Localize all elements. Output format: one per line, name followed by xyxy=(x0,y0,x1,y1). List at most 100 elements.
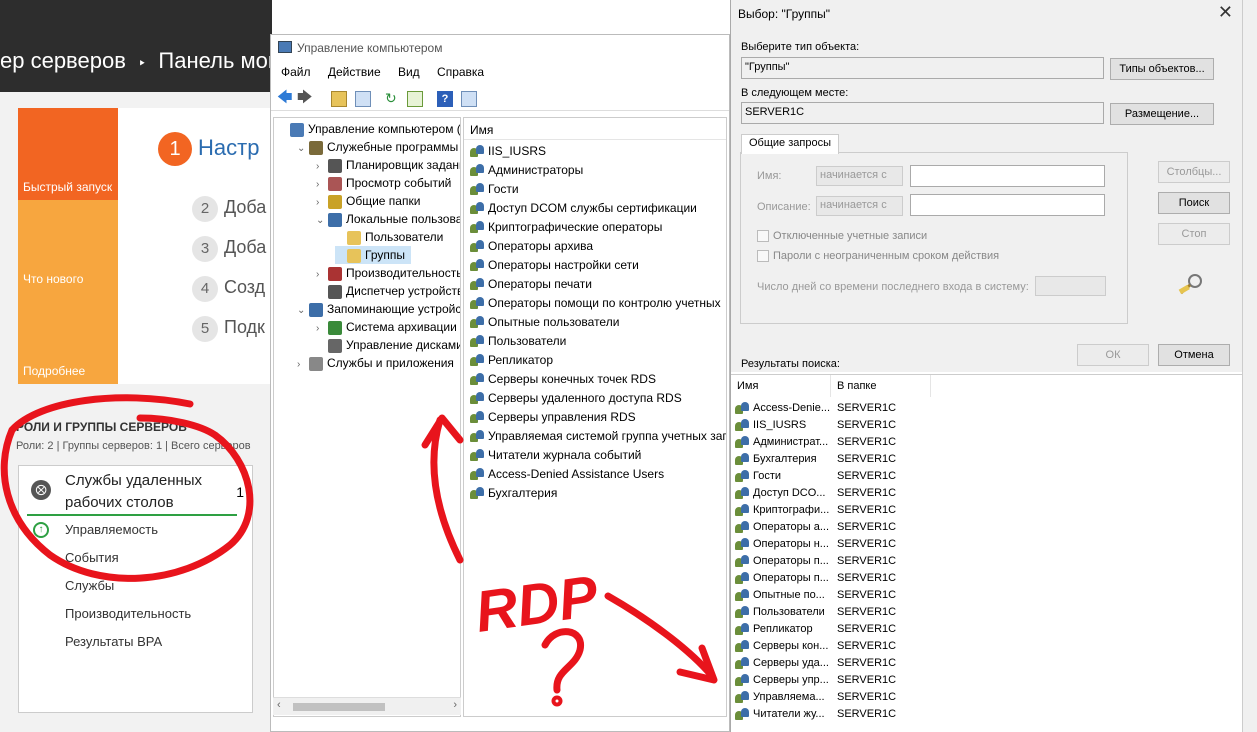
disabled-accounts-checkbox[interactable]: Отключенные учетные записи xyxy=(757,230,927,243)
list-item[interactable]: Гости xyxy=(470,180,519,199)
step-1[interactable]: 1 Настр xyxy=(158,132,259,166)
breadcrumb-root[interactable]: ер серверов xyxy=(0,48,126,73)
list-item[interactable]: Управляемая системой группа учетных запи xyxy=(470,427,726,446)
list-item[interactable]: Операторы настройки сети xyxy=(470,256,639,275)
table-row[interactable]: Доступ DCO... SERVER1C xyxy=(735,485,935,502)
table-row[interactable]: Серверы уда... SERVER1C xyxy=(735,655,935,672)
tree-node[interactable]: Управление дисками xyxy=(316,336,460,354)
menu-view[interactable]: Вид xyxy=(398,65,420,79)
tile-quick-start[interactable]: Быстрый запуск xyxy=(18,108,118,200)
table-row[interactable]: Серверы кон... SERVER1C xyxy=(735,638,935,655)
card-item-performance[interactable]: Производительность xyxy=(65,606,191,621)
menu-help[interactable]: Справка xyxy=(437,65,484,79)
action-pane-icon[interactable] xyxy=(461,91,477,107)
columns-button[interactable]: Столбцы... xyxy=(1158,161,1230,183)
table-row[interactable]: Администрат... SERVER1C xyxy=(735,434,935,451)
tree-node[interactable]: › Просмотр событий xyxy=(316,174,451,192)
list-item[interactable]: IIS_IUSRS xyxy=(470,142,546,161)
chevron-right-icon[interactable]: › xyxy=(297,356,309,374)
name-input[interactable] xyxy=(910,165,1105,187)
cancel-button[interactable]: Отмена xyxy=(1158,344,1230,366)
tree-node[interactable]: Пользователи xyxy=(335,228,443,246)
tile-whats-new[interactable]: Что нового xyxy=(18,200,118,292)
step-3[interactable]: 3 Доба xyxy=(192,236,266,262)
list-item[interactable]: Доступ DCOM службы сертификации xyxy=(470,199,697,218)
days-combo[interactable] xyxy=(1035,276,1106,296)
tree-node[interactable]: › Службы и приложения xyxy=(297,354,454,372)
table-row[interactable]: Репликатор SERVER1C xyxy=(735,621,935,638)
list-item[interactable]: Репликатор xyxy=(470,351,553,370)
tree-node[interactable]: ⌄ Запоминающие устройст xyxy=(297,300,460,320)
list-item[interactable]: Читатели журнала событий xyxy=(470,446,641,465)
card-item-manageability[interactable]: Управляемость xyxy=(65,522,158,537)
close-icon[interactable]: ✕ xyxy=(1218,2,1233,23)
list-item[interactable]: Серверы управления RDS xyxy=(470,408,636,427)
refresh-icon[interactable]: ↻ xyxy=(385,91,401,107)
description-match-combo[interactable]: начинается с xyxy=(816,196,903,216)
help-icon[interactable]: ? xyxy=(437,91,453,107)
results-col-folder[interactable]: В папке xyxy=(831,375,931,397)
list-item[interactable]: Операторы архива xyxy=(470,237,593,256)
step-5[interactable]: 5 Подк xyxy=(192,316,265,342)
tree-node[interactable]: Управление компьютером (л xyxy=(278,120,460,138)
menu-action[interactable]: Действие xyxy=(328,65,381,79)
list-item[interactable]: Серверы конечных точек RDS xyxy=(470,370,656,389)
list-item[interactable]: Бухгалтерия xyxy=(470,484,557,503)
table-row[interactable]: Операторы п... SERVER1C xyxy=(735,570,935,587)
tree-node[interactable]: › Планировщик заданий xyxy=(316,156,460,174)
step-2[interactable]: 2 Доба xyxy=(192,196,266,222)
list-item[interactable]: Операторы печати xyxy=(470,275,592,294)
nonexpiring-passwords-checkbox[interactable]: Пароли с неограниченным сроком действия xyxy=(757,250,999,263)
list-item[interactable]: Серверы удаленного доступа RDS xyxy=(470,389,682,408)
list-item[interactable]: Администраторы xyxy=(470,161,583,180)
scroll-right-icon[interactable]: › xyxy=(453,699,457,711)
scroll-thumb[interactable] xyxy=(293,703,385,711)
tree-node[interactable]: Диспетчер устройств xyxy=(316,282,460,300)
list-item[interactable]: Операторы помощи по контролю учетных xyxy=(470,294,721,313)
tree-node[interactable]: ›Система архивации да xyxy=(316,318,460,336)
table-row[interactable]: Криптографи... SERVER1C xyxy=(735,502,935,519)
export-icon[interactable] xyxy=(407,91,423,107)
tree-node[interactable]: › Общие папки xyxy=(316,192,420,210)
chevron-down-icon[interactable]: ⌄ xyxy=(297,302,309,320)
name-match-combo[interactable]: начинается с xyxy=(816,166,903,186)
tree-node[interactable]: › Производительность xyxy=(316,264,460,282)
table-row[interactable]: Операторы а... SERVER1C xyxy=(735,519,935,536)
tree-node[interactable]: ⌄ Служебные программы xyxy=(297,138,458,156)
up-folder-icon[interactable] xyxy=(331,91,347,107)
list-item[interactable]: Опытные пользователи xyxy=(470,313,619,332)
table-row[interactable]: Читатели жу... SERVER1C xyxy=(735,706,935,723)
back-icon[interactable]: 🡄 xyxy=(277,90,293,107)
card-item-services[interactable]: Службы xyxy=(65,578,114,593)
search-button[interactable]: Поиск xyxy=(1158,192,1230,214)
results-col-name[interactable]: Имя xyxy=(731,375,831,397)
stop-button[interactable]: Стоп xyxy=(1158,223,1230,245)
card-item-events[interactable]: События xyxy=(65,550,119,565)
tree-node[interactable]: ⌄ Локальные пользовате xyxy=(316,210,460,230)
table-row[interactable]: Пользователи SERVER1C xyxy=(735,604,935,621)
description-input[interactable] xyxy=(910,194,1105,216)
table-row[interactable]: Серверы упр... SERVER1C xyxy=(735,672,935,689)
forward-icon[interactable]: 🡆 xyxy=(297,90,313,107)
table-row[interactable]: IIS_IUSRS SERVER1C xyxy=(735,417,935,434)
show-tree-icon[interactable] xyxy=(355,91,371,107)
ok-button[interactable]: ОК xyxy=(1077,344,1149,366)
object-types-button[interactable]: Типы объектов... xyxy=(1110,58,1214,80)
tile-learn-more[interactable]: Подробнее xyxy=(18,292,118,384)
list-item[interactable]: Пользователи xyxy=(470,332,566,351)
table-row[interactable]: Access-Denie... SERVER1C xyxy=(735,400,935,417)
tree-node[interactable]: Группы xyxy=(335,246,411,264)
location-button[interactable]: Размещение... xyxy=(1110,103,1214,125)
table-row[interactable]: Операторы н... SERVER1C xyxy=(735,536,935,553)
table-row[interactable]: Операторы п... SERVER1C xyxy=(735,553,935,570)
chevron-down-icon[interactable]: ⌄ xyxy=(297,140,309,158)
table-row[interactable]: Управляема... SERVER1C xyxy=(735,689,935,706)
menu-file[interactable]: Файл xyxy=(281,65,311,79)
tab-common-queries[interactable]: Общие запросы xyxy=(741,134,839,154)
table-row[interactable]: Опытные по... SERVER1C xyxy=(735,587,935,604)
rds-role-card[interactable]: ⨂ Службы удаленных рабочих столов 1 ↑ Уп… xyxy=(18,465,253,713)
card-item-bpa[interactable]: Результаты BPA xyxy=(65,634,162,649)
chevron-down-icon[interactable]: ⌄ xyxy=(316,212,328,230)
list-item[interactable]: Access-Denied Assistance Users xyxy=(470,465,664,484)
scroll-left-icon[interactable]: ‹ xyxy=(277,699,281,711)
